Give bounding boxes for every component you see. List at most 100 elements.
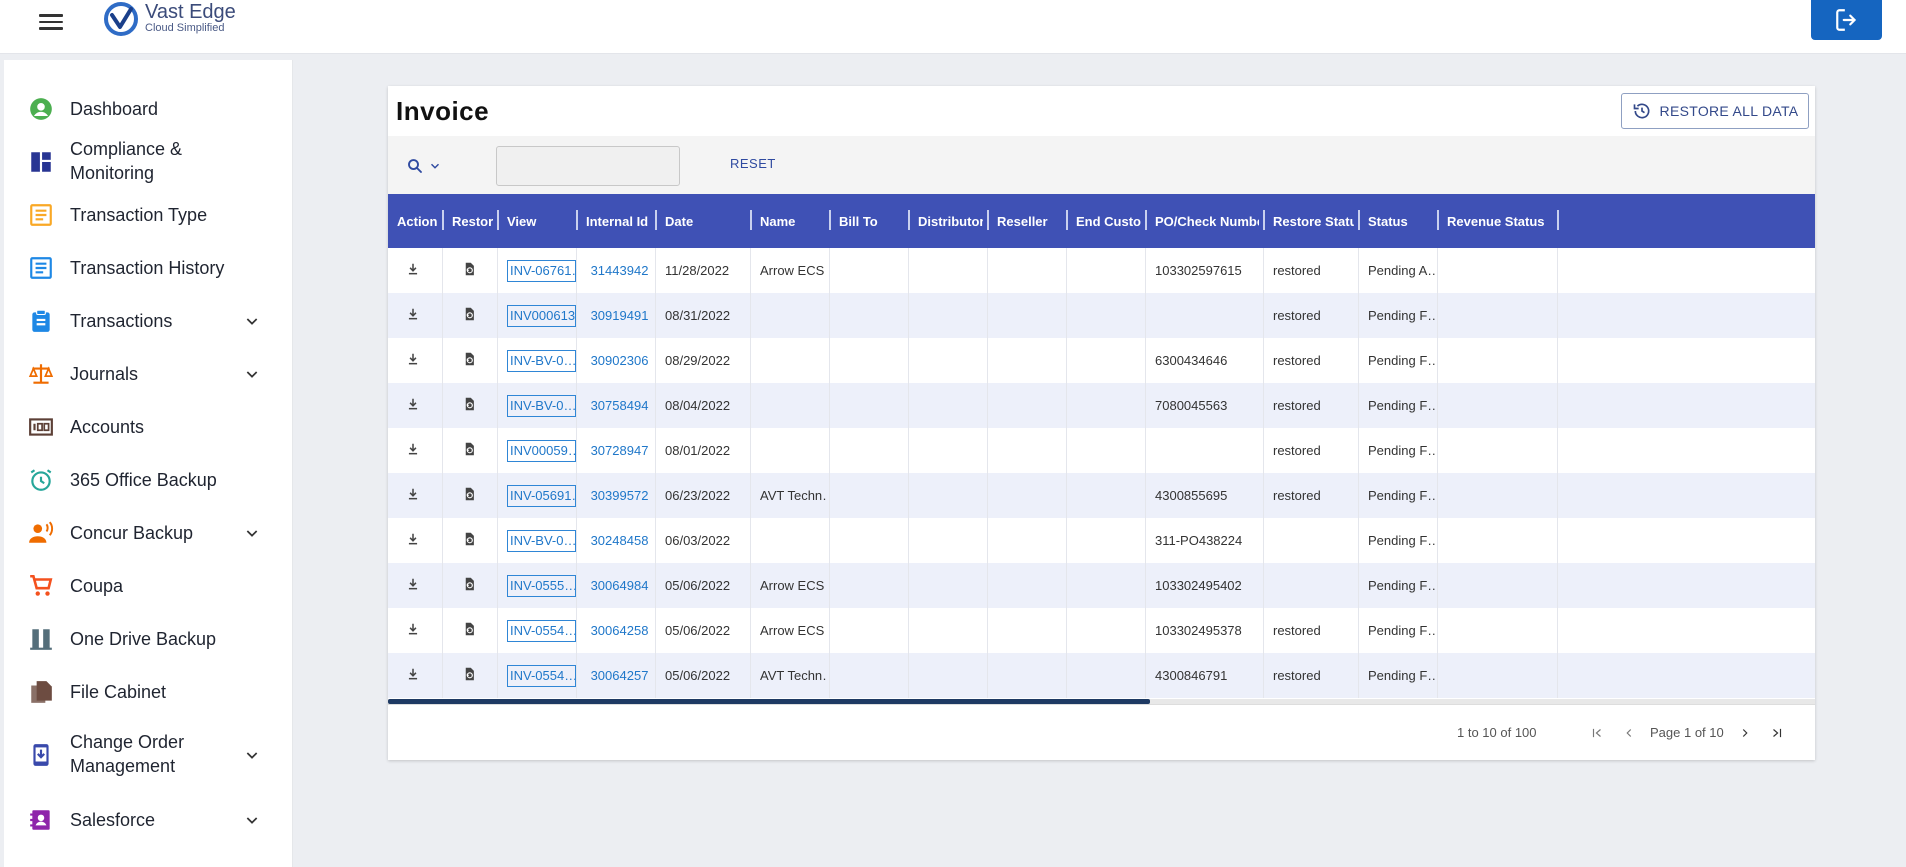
view-link[interactable]: INV-0554… [507,619,576,642]
chevron-down-icon[interactable] [244,313,260,329]
column-header-revenue-status[interactable]: Revenue Status [1447,194,1553,248]
download-icon[interactable] [406,307,420,324]
column-header-distributor[interactable]: Distributor [918,194,983,248]
column-header-date[interactable]: Date [665,194,746,248]
chevron-down-icon[interactable] [244,525,260,541]
table-row[interactable]: INV000613… 30919491 08/31/2022 restored Pend… [388,293,1815,338]
table-row[interactable]: INV-0555… 30064984 05/06/2022 Arrow ECS … 10… [388,563,1815,608]
column-resize-handle[interactable] [829,210,831,230]
sidebar-item-transactions[interactable]: Transactions [4,307,292,335]
column-header-bill-to[interactable]: Bill To [839,194,904,248]
table-row[interactable]: INV-06761… 31443942 11/28/2022 Arrow ECS … 1… [388,248,1815,293]
download-icon[interactable] [406,622,420,639]
download-icon[interactable] [406,397,420,414]
table-row[interactable]: INV-BV-0… 30902306 08/29/2022 6300434646 res… [388,338,1815,383]
table-row[interactable]: INV-05691… 30399572 06/23/2022 AVT Techn… 43… [388,473,1815,518]
column-header-view[interactable]: View [507,194,572,248]
logout-button[interactable] [1811,0,1882,40]
table-row[interactable]: INV-BV-0… 30758494 08/04/2022 7080045563 res… [388,383,1815,428]
search-input[interactable] [496,146,680,186]
hamburger-menu-icon[interactable] [39,10,63,30]
restore-file-icon[interactable] [462,576,477,595]
column-header-end-custo[interactable]: End Custo… [1076,194,1141,248]
sidebar-item-transaction-history[interactable]: Transaction History [4,254,292,282]
column-resize-handle[interactable] [497,210,499,230]
download-icon[interactable] [406,667,420,684]
sidebar-item-file-cabinet[interactable]: File Cabinet [4,678,292,706]
view-link[interactable]: INV-0554… [507,664,576,687]
download-icon[interactable] [406,577,420,594]
chevron-down-icon[interactable] [244,747,260,763]
internal-id-link[interactable]: 30248458 [591,533,649,548]
sidebar-item-concur-backup[interactable]: Concur Backup [4,519,292,547]
download-icon[interactable] [406,352,420,369]
column-resize-handle[interactable] [442,210,444,230]
download-icon[interactable] [406,532,420,549]
column-resize-handle[interactable] [987,210,989,230]
column-resize-handle[interactable] [1557,210,1559,230]
restore-file-icon[interactable] [462,621,477,640]
internal-id-link[interactable]: 30902306 [591,353,649,368]
previous-page-icon[interactable] [1619,723,1639,743]
chevron-down-icon[interactable] [244,366,260,382]
restore-file-icon[interactable] [462,666,477,685]
reset-button[interactable]: RESET [730,156,776,171]
sidebar-item-compliance[interactable]: Compliance & Monitoring [4,137,292,187]
restore-file-icon[interactable] [462,486,477,505]
sidebar-item-coupa[interactable]: Coupa [4,572,292,600]
view-link[interactable]: INV-BV-0… [507,349,576,372]
internal-id-link[interactable]: 30064257 [591,668,649,683]
sidebar-item-journals[interactable]: Journals [4,360,292,388]
column-resize-handle[interactable] [576,210,578,230]
internal-id-link[interactable]: 31443942 [591,263,649,278]
table-row[interactable]: INV-0554… 30064257 05/06/2022 AVT Techn… 430… [388,653,1815,698]
column-header-reseller[interactable]: Reseller [997,194,1062,248]
download-icon[interactable] [406,262,420,279]
sidebar-item-salesforce[interactable]: Salesforce [4,806,292,834]
view-link[interactable]: INV-BV-0… [507,394,576,417]
column-resize-handle[interactable] [1358,210,1360,230]
sidebar-item-change-order[interactable]: Change Order Management [4,730,292,780]
next-page-icon[interactable] [1735,723,1755,743]
restore-file-icon[interactable] [462,306,477,325]
restore-all-data-button[interactable]: RESTORE ALL DATA [1621,93,1809,129]
column-header-internal-id[interactable]: Internal Id [586,194,651,248]
table-row[interactable]: INV00059… 30728947 08/01/2022 restored Pendi… [388,428,1815,473]
column-header-po-check-number[interactable]: PO/Check Number [1155,194,1259,248]
internal-id-link[interactable]: 30758494 [591,398,649,413]
column-header-status[interactable]: Status [1368,194,1433,248]
restore-file-icon[interactable] [462,531,477,550]
sidebar-item-dashboard[interactable]: Dashboard [4,95,292,123]
first-page-icon[interactable] [1587,723,1607,743]
last-page-icon[interactable] [1767,723,1787,743]
sidebar-item-transaction-type[interactable]: Transaction Type [4,201,292,229]
download-icon[interactable] [406,487,420,504]
column-header-restore[interactable]: Restore [452,194,493,248]
column-header-name[interactable]: Name [760,194,825,248]
column-resize-handle[interactable] [908,210,910,230]
view-link[interactable]: INV-BV-0… [507,529,576,552]
column-header-restore-status[interactable]: Restore Status [1273,194,1354,248]
internal-id-link[interactable]: 30919491 [591,308,649,323]
restore-file-icon[interactable] [462,441,477,460]
view-link[interactable]: INV-06761… [507,259,576,282]
table-row[interactable]: INV-BV-0… 30248458 06/03/2022 311-PO438224 P… [388,518,1815,563]
column-resize-handle[interactable] [1437,210,1439,230]
restore-file-icon[interactable] [462,261,477,280]
column-resize-handle[interactable] [1263,210,1265,230]
view-link[interactable]: INV000613… [507,304,576,327]
sidebar-item-accounts[interactable]: Accounts [4,413,292,441]
search-filter-menu[interactable] [406,155,450,177]
column-header-action[interactable]: Action [397,194,438,248]
view-link[interactable]: INV00059… [507,439,576,462]
column-resize-handle[interactable] [1066,210,1068,230]
chevron-down-icon[interactable] [244,812,260,828]
download-icon[interactable] [406,442,420,459]
view-link[interactable]: INV-0555… [507,574,576,597]
sidebar-item-365-office-backup[interactable]: 365 Office Backup [4,466,292,494]
internal-id-link[interactable]: 30064984 [591,578,649,593]
restore-file-icon[interactable] [462,396,477,415]
column-resize-handle[interactable] [655,210,657,230]
view-link[interactable]: INV-05691… [507,484,576,507]
internal-id-link[interactable]: 30728947 [591,443,649,458]
